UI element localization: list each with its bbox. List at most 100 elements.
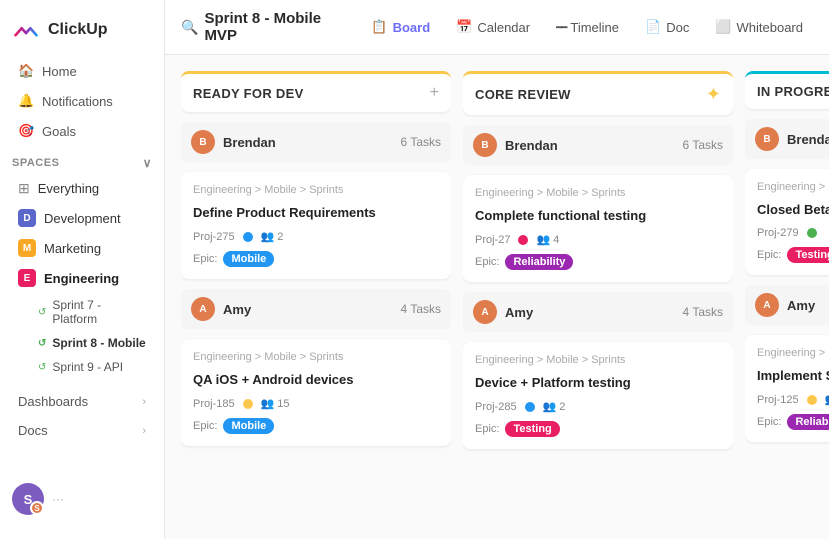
sidebar-item-sprint9[interactable]: ↺ Sprint 9 - API <box>6 356 158 378</box>
whiteboard-tab-label: Whiteboard <box>737 20 803 35</box>
add-card-icon-ready[interactable]: + <box>430 84 439 102</box>
sidebar-item-dashboards[interactable]: Dashboards › <box>6 388 158 415</box>
users-icon-sms: 👥 <box>825 393 829 406</box>
sidebar-footer: S S ··· <box>0 471 164 527</box>
home-icon: 🏠 <box>18 63 34 79</box>
sidebar-item-development[interactable]: D Development <box>6 204 158 232</box>
sidebar-item-home[interactable]: 🏠 Home <box>6 57 158 85</box>
epic-row-cb: Epic: Testing <box>757 247 829 263</box>
amy-info-ready: A Amy <box>191 297 251 321</box>
epic-row-dp: Epic: Testing <box>475 421 721 437</box>
card-breadcrumb-ft: Engineering > Mobile > Sprints <box>475 187 721 199</box>
card-functional-testing[interactable]: Engineering > Mobile > Sprints Complete … <box>463 175 733 282</box>
top-nav: 🔍 Sprint 8 - Mobile MVP 📋 Board 📅 Calend… <box>165 0 829 55</box>
sidebar-item-notifications[interactable]: 🔔 Notifications <box>6 87 158 115</box>
core-review-title: CORE REVIEW <box>475 87 571 102</box>
tab-doc[interactable]: 📄 Doc <box>635 14 699 40</box>
tab-whiteboard[interactable]: ⬜ Whiteboard <box>705 14 813 40</box>
user-count-1: 👥 2 <box>261 230 284 243</box>
goals-icon: 🎯 <box>18 123 34 139</box>
user-avatar[interactable]: S S <box>12 483 44 515</box>
tab-calendar[interactable]: 📅 Calendar <box>446 14 540 40</box>
assignee-amy-core: A Amy 4 Tasks <box>463 292 733 332</box>
proj-id-dp: Proj-285 <box>475 401 517 413</box>
sidebar-item-sprint7[interactable]: ↺ Sprint 7 - Platform <box>6 294 158 330</box>
card-breadcrumb-sms: Engineering > Mobile > Sprints <box>757 347 829 359</box>
brendan-avatar: B <box>191 130 215 154</box>
card-breadcrumb-cb: Engineering > Mobile > Sprints <box>757 181 829 193</box>
development-dot: D <box>18 209 36 227</box>
amy-avatar-progress: A <box>755 293 779 317</box>
card-title-1: Define Product Requirements <box>193 204 439 222</box>
epic-label-static-1: Epic: <box>193 253 217 265</box>
epic-row-ft: Epic: Reliability <box>475 254 721 270</box>
sprint-title-area: 🔍 Sprint 8 - Mobile MVP <box>181 10 343 44</box>
card-qa-ios[interactable]: Engineering > Mobile > Sprints QA iOS + … <box>181 339 451 446</box>
tab-board[interactable]: 📋 Board <box>361 14 440 40</box>
grid-icon: ⊞ <box>18 180 30 197</box>
add-card-icon-core[interactable]: ✦ <box>706 84 721 105</box>
sidebar-item-marketing[interactable]: M Marketing <box>6 234 158 262</box>
notifications-label: Notifications <box>42 94 113 109</box>
priority-dot-ft <box>518 235 528 245</box>
clickup-logo-icon <box>12 16 40 44</box>
card-title-cb: Closed Beta launch and feedback <box>757 201 829 219</box>
column-in-progress: IN PROGRESS B Brendan 6 Tasks Engineerin… <box>745 71 829 523</box>
avatar-overlay: S <box>30 501 44 515</box>
docs-chevron-icon: › <box>142 425 146 437</box>
proj-id-sms: Proj-125 <box>757 394 799 406</box>
engineering-dot: E <box>18 269 36 287</box>
card-define-product[interactable]: Engineering > Mobile > Sprints Define Pr… <box>181 172 451 279</box>
goals-label: Goals <box>42 124 76 139</box>
epic-label-static-cb: Epic: <box>757 249 781 261</box>
timeline-tab-icon: ━━ <box>556 21 565 34</box>
calendar-tab-icon: 📅 <box>456 19 472 35</box>
docs-label: Docs <box>18 423 48 438</box>
column-header-ready-for-dev: READY FOR DEV + <box>181 71 451 112</box>
card-title-sms: Implement SMS opt-in <box>757 367 829 385</box>
sprint-title: Sprint 8 - Mobile MVP <box>204 10 343 44</box>
tab-timeline[interactable]: ━━ Timeline <box>546 15 629 40</box>
sidebar-item-engineering[interactable]: E Engineering <box>6 264 158 292</box>
epic-badge-dp: Testing <box>505 421 559 437</box>
sidebar: ClickUp 🏠 Home 🔔 Notifications 🎯 Goals S… <box>0 0 165 539</box>
brendan-name-core: Brendan <box>505 138 558 153</box>
users-icon-qa: 👥 <box>261 397 275 410</box>
sprint-icon-8: ↺ <box>38 338 46 349</box>
user-count-qa: 👥 15 <box>261 397 290 410</box>
sidebar-item-sprint8[interactable]: ↺ Sprint 8 - Mobile <box>6 332 158 354</box>
priority-dot-cb <box>807 228 817 238</box>
sprint8-label: Sprint 8 - Mobile <box>52 336 145 350</box>
amy-avatar-ready: A <box>191 297 215 321</box>
assignee-amy-progress: A Amy 4 Tasks <box>745 285 829 325</box>
sidebar-item-everything[interactable]: ⊞ Everything <box>6 175 158 202</box>
card-closed-beta[interactable]: Engineering > Mobile > Sprints Closed Be… <box>745 169 829 275</box>
brendan-avatar-core: B <box>473 133 497 157</box>
sprint7-label: Sprint 7 - Platform <box>52 298 146 326</box>
card-meta-ft: Proj-27 👥 4 <box>475 233 721 246</box>
card-meta-cb: Proj-279 <box>757 227 829 239</box>
priority-dot-qa <box>243 399 253 409</box>
sidebar-item-docs[interactable]: Docs › <box>6 417 158 444</box>
user-count-ft: 👥 4 <box>536 233 559 246</box>
brendan-task-count-core: 6 Tasks <box>683 138 723 152</box>
amy-info-core: A Amy <box>473 300 533 324</box>
epic-row-1: Epic: Mobile <box>193 251 439 267</box>
dashboards-label: Dashboards <box>18 394 88 409</box>
brendan-info-core: B Brendan <box>473 133 558 157</box>
priority-dot-sms <box>807 395 817 405</box>
epic-label-static-dp: Epic: <box>475 423 499 435</box>
card-device-platform[interactable]: Engineering > Mobile > Sprints Device + … <box>463 342 733 449</box>
bell-icon: 🔔 <box>18 93 34 109</box>
proj-id-1: Proj-275 <box>193 231 235 243</box>
sprint9-label: Sprint 9 - API <box>52 360 123 374</box>
card-sms-opt-in[interactable]: Engineering > Mobile > Sprints Implement… <box>745 335 829 442</box>
epic-row-qa: Epic: Mobile <box>193 418 439 434</box>
board-tab-label: Board <box>393 20 431 35</box>
user-count-sms: 👥 2 <box>825 393 829 406</box>
card-title-ft: Complete functional testing <box>475 207 721 225</box>
epic-row-sms: Epic: Reliability <box>757 414 829 430</box>
sidebar-item-goals[interactable]: 🎯 Goals <box>6 117 158 145</box>
search-icon: 🔍 <box>181 19 198 36</box>
column-header-core-review: CORE REVIEW ✦ <box>463 71 733 115</box>
